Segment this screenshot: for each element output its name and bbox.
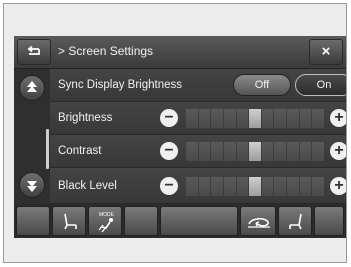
- bottom-button-5[interactable]: [160, 206, 238, 236]
- slider-segment: [261, 177, 274, 196]
- mode-caption: MODE: [99, 212, 115, 218]
- slider-segment: [274, 142, 287, 161]
- contrast-label: Contrast: [58, 145, 102, 157]
- slider-segment: [312, 142, 325, 161]
- driver-seat-button[interactable]: [52, 206, 86, 236]
- climate-mode-icon: MODE: [98, 212, 115, 233]
- back-button[interactable]: [17, 39, 51, 65]
- slider-segment: [287, 177, 299, 196]
- driver-seat-icon: [64, 213, 77, 230]
- recirculation-button[interactable]: [240, 206, 276, 236]
- slider-segment: [236, 142, 249, 161]
- slider-segment: [211, 177, 223, 196]
- scrollbar-thumb[interactable]: [46, 129, 49, 169]
- scroll-up-icon: [27, 81, 37, 92]
- slider-level-marker: [249, 142, 261, 161]
- black-level-label: Black Level: [58, 180, 117, 192]
- slider-segment: [198, 109, 211, 128]
- slider-segment: [198, 142, 211, 161]
- slider-segment: [223, 109, 236, 128]
- off-button[interactable]: Off: [233, 74, 291, 96]
- sync-display-brightness-label: Sync Display Brightness: [58, 79, 182, 91]
- header-bar: > Screen Settings ×: [14, 36, 346, 69]
- slider-segment: [287, 109, 299, 128]
- scroll-down-button[interactable]: [19, 172, 45, 198]
- slider-level-marker: [249, 177, 261, 196]
- slider-segment: [236, 177, 249, 196]
- slider-segment: [211, 109, 223, 128]
- scroll-down-icon: [27, 181, 37, 192]
- slider-segment: [299, 177, 312, 196]
- bottom-button-8[interactable]: [314, 206, 344, 236]
- black-level-minus-button[interactable]: −: [160, 177, 178, 195]
- page-title: > Screen Settings: [58, 44, 154, 58]
- brightness-label: Brightness: [58, 112, 113, 124]
- slider-segment: [211, 142, 223, 161]
- slider-segment: [274, 109, 287, 128]
- slider-segment: [261, 109, 274, 128]
- brightness-slider[interactable]: [186, 109, 325, 128]
- passenger-seat-icon: [289, 213, 302, 230]
- brightness-minus-button[interactable]: −: [160, 109, 178, 127]
- black-level-plus-button[interactable]: +: [330, 177, 346, 195]
- bottom-climate-bar: MODE: [14, 204, 346, 238]
- bottom-button-1[interactable]: [16, 206, 50, 236]
- close-button[interactable]: ×: [309, 39, 343, 65]
- climate-mode-button[interactable]: MODE: [88, 206, 122, 236]
- slider-segment: [223, 177, 236, 196]
- slider-segment: [261, 142, 274, 161]
- back-arrow-icon: [27, 46, 40, 55]
- slider-segment: [198, 177, 211, 196]
- slider-segment: [299, 142, 312, 161]
- contrast-minus-button[interactable]: −: [160, 142, 178, 160]
- black-level-row: Black Level − +: [50, 168, 346, 204]
- slider-level-marker: [249, 109, 261, 128]
- slider-segment: [186, 142, 198, 161]
- bottom-button-4[interactable]: [124, 206, 158, 236]
- slider-segment: [236, 109, 249, 128]
- brightness-row: Brightness − +: [50, 102, 346, 135]
- contrast-slider[interactable]: [186, 142, 325, 161]
- slider-segment: [312, 109, 325, 128]
- sync-display-brightness-row: Sync Display Brightness Off On: [50, 69, 346, 102]
- slider-segment: [274, 177, 287, 196]
- contrast-row: Contrast − +: [50, 135, 346, 168]
- on-button[interactable]: On: [295, 74, 346, 96]
- slider-segment: [287, 142, 299, 161]
- contrast-plus-button[interactable]: +: [330, 142, 346, 160]
- recirculation-icon: [248, 218, 270, 228]
- brightness-plus-button[interactable]: +: [330, 109, 346, 127]
- slider-segment: [186, 177, 198, 196]
- passenger-seat-button[interactable]: [278, 206, 312, 236]
- scroll-up-button[interactable]: [19, 75, 45, 101]
- slider-segment: [299, 109, 312, 128]
- scroll-column: [14, 69, 50, 204]
- black-level-slider[interactable]: [186, 177, 325, 196]
- slider-segment: [312, 177, 325, 196]
- slider-segment: [186, 109, 198, 128]
- slider-segment: [223, 142, 236, 161]
- screen: > Screen Settings × Sync Display Brightn…: [14, 36, 346, 238]
